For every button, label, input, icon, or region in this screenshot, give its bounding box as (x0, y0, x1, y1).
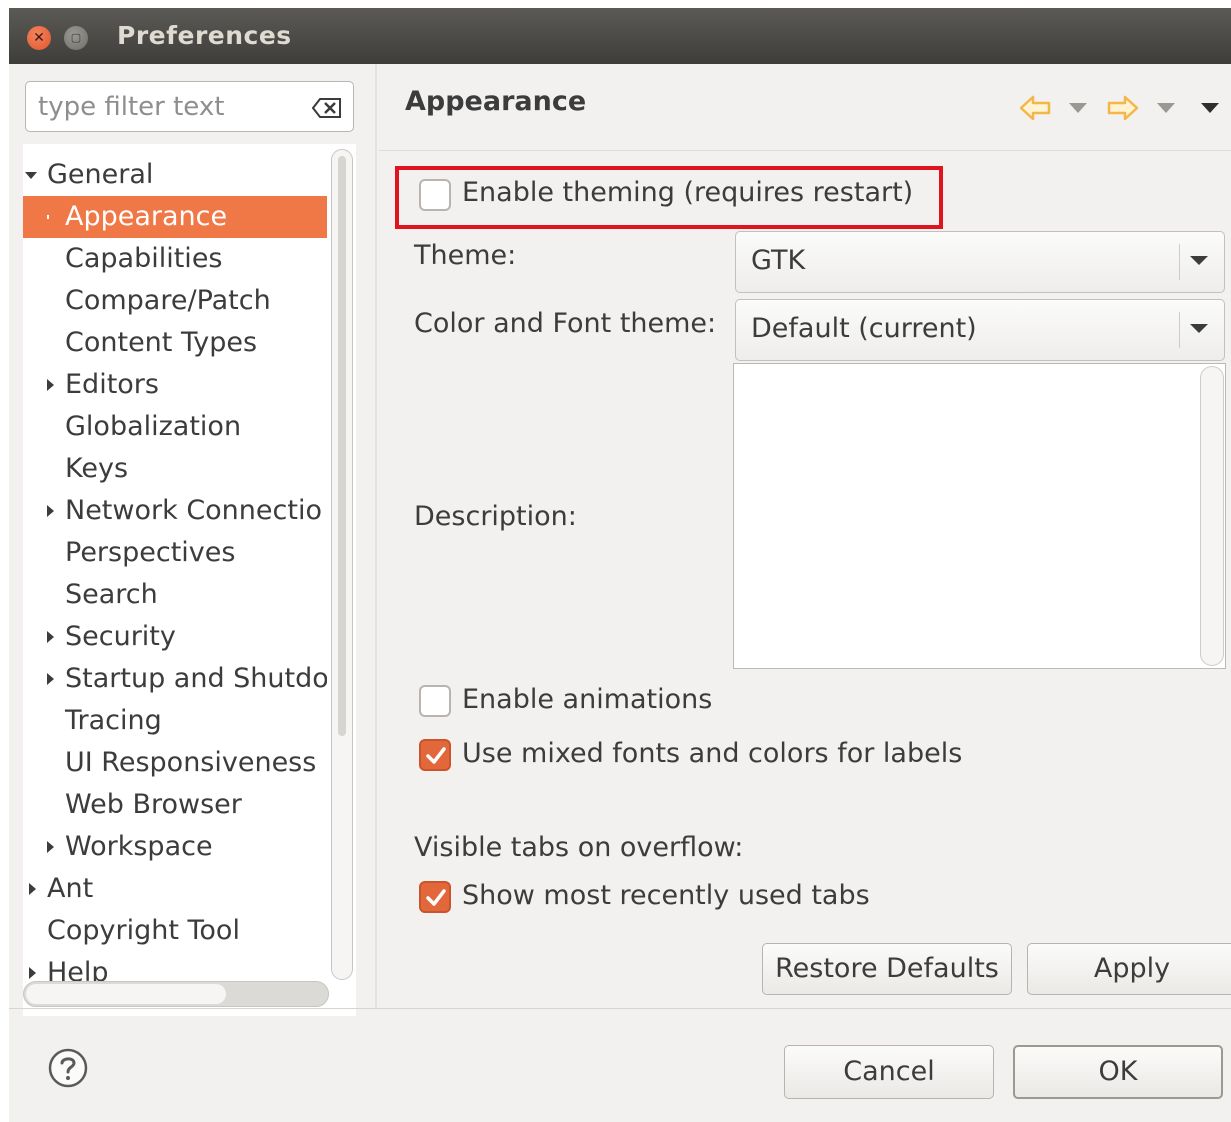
tree-item-network-connectio[interactable]: Network Connectio (23, 490, 328, 532)
page-title: Appearance (405, 86, 587, 117)
view-menu-icon[interactable] (1201, 103, 1219, 113)
filter-field[interactable] (25, 81, 354, 132)
expand-arrow-right-icon[interactable] (47, 631, 54, 643)
tree-item-label: Content Types (65, 327, 258, 358)
description-textarea[interactable] (733, 363, 1226, 669)
show-mru-tabs-checkbox[interactable] (419, 881, 451, 913)
expand-arrow-right-icon[interactable] (47, 505, 54, 517)
theme-label: Theme: (414, 240, 517, 271)
tree-item-web-browser[interactable]: Web Browser (23, 784, 328, 826)
tree-item-label: Keys (65, 453, 129, 484)
tree-item-label: Compare/Patch (65, 285, 271, 316)
tree-item-content-types[interactable]: Content Types (23, 322, 328, 364)
tree-item-copyright-tool[interactable]: Copyright Tool (23, 910, 328, 952)
pane-divider[interactable] (375, 64, 377, 1008)
enable-theming-label[interactable]: Enable theming (requires restart) (462, 177, 913, 208)
tree-item-label: Copyright Tool (47, 915, 240, 946)
expand-arrow-right-icon[interactable] (29, 967, 36, 979)
tree-horizontal-scrollbar[interactable] (23, 981, 329, 1007)
expand-arrow-right-icon[interactable] (47, 379, 54, 391)
tree-item-editors[interactable]: Editors (23, 364, 328, 406)
window-title: Preferences (117, 21, 292, 50)
tree-item-label: Appearance (65, 201, 228, 232)
mixed-fonts-checkbox[interactable] (419, 739, 451, 771)
tree-item-label: General (47, 159, 154, 190)
description-scrollbar[interactable] (1200, 366, 1224, 666)
tree-item-label: Network Connectio (65, 495, 322, 526)
chevron-down-icon[interactable] (1190, 324, 1208, 333)
ok-button[interactable]: OK (1013, 1045, 1223, 1099)
forward-history-dropdown-icon[interactable] (1157, 103, 1175, 113)
color-font-theme-select-divider (1179, 312, 1180, 348)
tree-item-label: Perspectives (65, 537, 236, 568)
cancel-button[interactable]: Cancel (784, 1045, 994, 1099)
color-font-theme-label: Color and Font theme: (414, 308, 717, 339)
description-label: Description: (414, 501, 577, 532)
color-font-theme-select-value: Default (current) (751, 313, 977, 344)
footer-separator (9, 1008, 1231, 1009)
tree-item-startup-and-shutdo[interactable]: Startup and Shutdo (23, 658, 328, 700)
tree-item-perspectives[interactable]: Perspectives (23, 532, 328, 574)
chevron-down-icon[interactable] (1190, 256, 1208, 265)
tree-item-label: Editors (65, 369, 159, 400)
back-history-dropdown-icon[interactable] (1069, 103, 1087, 113)
tree-item-label: UI Responsiveness M (65, 747, 328, 778)
expand-arrow-right-icon[interactable] (47, 841, 54, 853)
expand-arrow-right-icon[interactable] (47, 673, 54, 685)
theme-select-divider (1179, 244, 1180, 280)
selection-marker-icon (47, 215, 49, 219)
tree-item-general[interactable]: General (23, 154, 328, 196)
theme-select-value: GTK (751, 245, 806, 276)
tree-item-keys[interactable]: Keys (23, 448, 328, 490)
enable-theming-checkbox[interactable] (419, 179, 451, 211)
tree-item-label: Search (65, 579, 158, 610)
tree-item-label: Ant (47, 873, 94, 904)
title-bar: ✕ ▢ Preferences (9, 8, 1231, 64)
tree-item-capabilities[interactable]: Capabilities (23, 238, 328, 280)
filter-input[interactable] (38, 90, 288, 124)
tree-item-label: Web Browser (65, 789, 242, 820)
tree-item-globalization[interactable]: Globalization (23, 406, 328, 448)
mixed-fonts-label[interactable]: Use mixed fonts and colors for labels (462, 738, 962, 769)
visible-tabs-label: Visible tabs on overflow: (414, 832, 744, 863)
color-font-theme-select[interactable]: Default (current) (735, 299, 1225, 361)
tree-item-label: Workspace (65, 831, 213, 862)
help-icon[interactable] (47, 1047, 89, 1089)
tree-item-workspace[interactable]: Workspace (23, 826, 328, 868)
expand-arrow-down-icon[interactable] (25, 172, 37, 179)
maximize-icon[interactable]: ▢ (64, 26, 88, 50)
preferences-window: ✕ ▢ Preferences General Appearance Capabil… (9, 8, 1231, 1122)
tree-item-tracing[interactable]: Tracing (23, 700, 328, 742)
checkmark-icon (426, 889, 446, 906)
tree-item-security[interactable]: Security (23, 616, 328, 658)
close-icon[interactable]: ✕ (27, 26, 51, 50)
show-mru-tabs-label[interactable]: Show most recently used tabs (462, 880, 870, 911)
tree-item-label: Tracing (65, 705, 162, 736)
enable-animations-checkbox[interactable] (419, 685, 451, 717)
preference-tree[interactable]: General Appearance Capabilities Compare/Pat… (23, 144, 356, 1016)
forward-arrow-icon[interactable] (1107, 94, 1139, 122)
tree-vertical-scrollbar[interactable] (331, 149, 353, 980)
expand-arrow-right-icon[interactable] (29, 883, 36, 895)
restore-defaults-button[interactable]: Restore Defaults (762, 943, 1012, 995)
clear-filter-icon[interactable] (312, 98, 342, 118)
theme-select[interactable]: GTK (735, 231, 1225, 293)
tree-item-label: Security (65, 621, 176, 652)
tree-item-label: Globalization (65, 411, 242, 442)
checkmark-icon (426, 747, 446, 764)
tree-item-ui-responsiveness-m[interactable]: UI Responsiveness M (23, 742, 328, 784)
tree-item-ant[interactable]: Ant (23, 868, 328, 910)
enable-animations-label[interactable]: Enable animations (462, 684, 712, 715)
tree-item-label: Startup and Shutdo (65, 663, 328, 694)
tree-item-label: Capabilities (65, 243, 223, 274)
tree-item-appearance[interactable]: Appearance (23, 196, 328, 238)
back-arrow-icon[interactable] (1019, 94, 1051, 122)
tree-item-search[interactable]: Search (23, 574, 328, 616)
apply-button[interactable]: Apply (1027, 943, 1231, 995)
tree-item-compare-patch[interactable]: Compare/Patch (23, 280, 328, 322)
header-separator (379, 150, 1231, 151)
